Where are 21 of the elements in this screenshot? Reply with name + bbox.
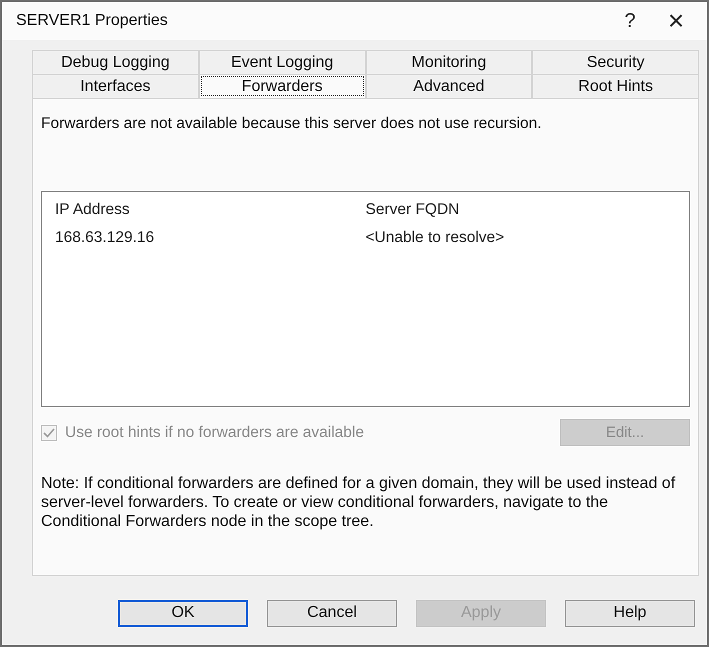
checkbox-label: Use root hints if no forwarders are available (65, 424, 364, 442)
column-header[interactable]: Server FQDN (366, 201, 676, 219)
tab[interactable]: Debug Logging (32, 50, 199, 74)
dialog-button[interactable]: Help (565, 600, 695, 626)
tab[interactable]: Event Logging (198, 50, 366, 74)
info-message: Forwarders are not available because this server does not use recursion. (41, 115, 543, 133)
dialog-button[interactable]: OK (118, 600, 248, 626)
table-cell-text: <Unable to resolve> (366, 229, 506, 247)
tab[interactable]: Advanced (366, 74, 532, 98)
tab[interactable]: Forwarders (198, 74, 366, 98)
tab[interactable]: Monitoring (366, 50, 532, 74)
help-button[interactable]: ? (607, 4, 653, 38)
window-title: SERVER1 Properties (16, 12, 168, 30)
dialog-button[interactable]: Cancel (267, 600, 397, 626)
note-text: Note: If conditional forwarders are defined for a given domain, they will be used instead of server-level forwarders. To create or view conditional forwarders, navigate to the Conditional Forwarders node in the scope tree. (41, 474, 676, 531)
tab[interactable]: Interfaces (32, 74, 199, 98)
close-button[interactable]: × (653, 4, 699, 38)
column-header[interactable]: IP Address (55, 201, 366, 219)
table-cell-text: 168.63.129.16 (55, 229, 156, 247)
tab[interactable]: Root Hints (532, 74, 699, 98)
tab[interactable]: Security (532, 50, 699, 74)
